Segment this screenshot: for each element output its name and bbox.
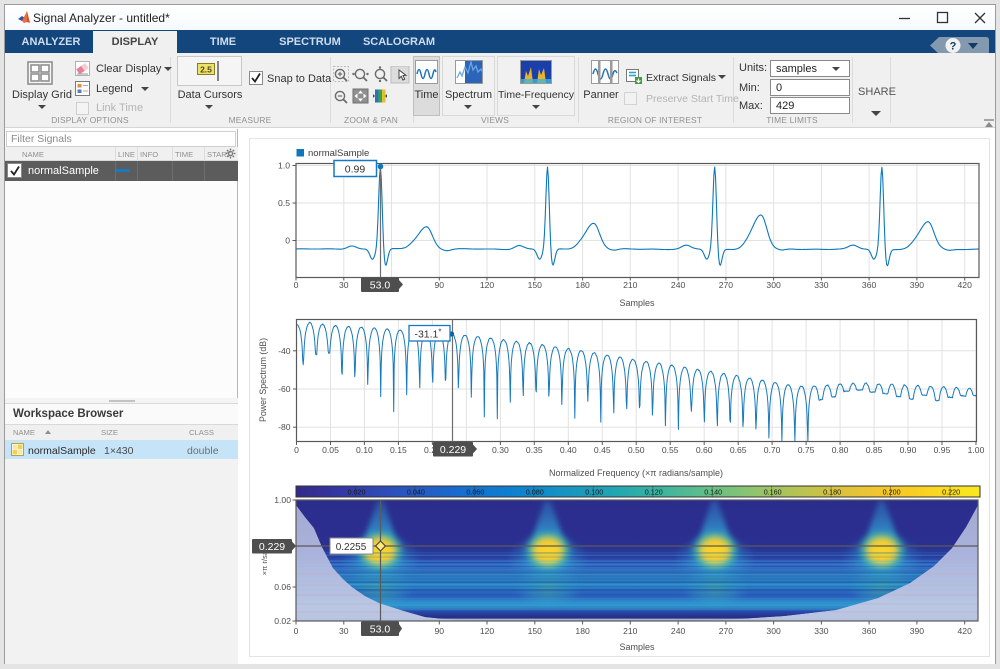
svg-text:0.140: 0.140: [704, 487, 722, 496]
svg-text:0.120: 0.120: [645, 487, 663, 496]
svg-text:Samples: Samples: [619, 642, 655, 652]
svg-text:0.040: 0.040: [407, 487, 425, 496]
svg-text:300: 300: [766, 626, 781, 636]
svg-text:150: 150: [528, 626, 543, 636]
svg-text:1.00: 1.00: [274, 495, 291, 505]
svg-text:90: 90: [435, 626, 445, 636]
svg-text:0.100: 0.100: [585, 487, 603, 496]
svg-text:30: 30: [339, 626, 349, 636]
svg-text:0.060: 0.060: [466, 487, 484, 496]
svg-text:420: 420: [958, 626, 973, 636]
svg-text:360: 360: [862, 626, 877, 636]
svg-text:180: 180: [575, 626, 590, 636]
svg-text:53.0: 53.0: [370, 624, 391, 636]
svg-text:330: 330: [814, 626, 829, 636]
svg-text:0.02: 0.02: [274, 616, 291, 626]
svg-text:390: 390: [910, 626, 925, 636]
svg-text:0: 0: [294, 626, 299, 636]
svg-text:0.020: 0.020: [348, 487, 366, 496]
svg-text:210: 210: [623, 626, 638, 636]
svg-text:0.2255: 0.2255: [336, 542, 367, 553]
svg-text:0.080: 0.080: [526, 487, 544, 496]
svg-text:0.229: 0.229: [259, 541, 285, 553]
svg-text:240: 240: [671, 626, 686, 636]
svg-text:120: 120: [480, 626, 495, 636]
svg-text:270: 270: [719, 626, 734, 636]
svg-text:0.200: 0.200: [883, 487, 901, 496]
svg-text:0.180: 0.180: [823, 487, 841, 496]
svg-text:0.06: 0.06: [274, 582, 291, 592]
svg-text:0.220: 0.220: [942, 487, 960, 496]
svg-text:0.160: 0.160: [764, 487, 782, 496]
